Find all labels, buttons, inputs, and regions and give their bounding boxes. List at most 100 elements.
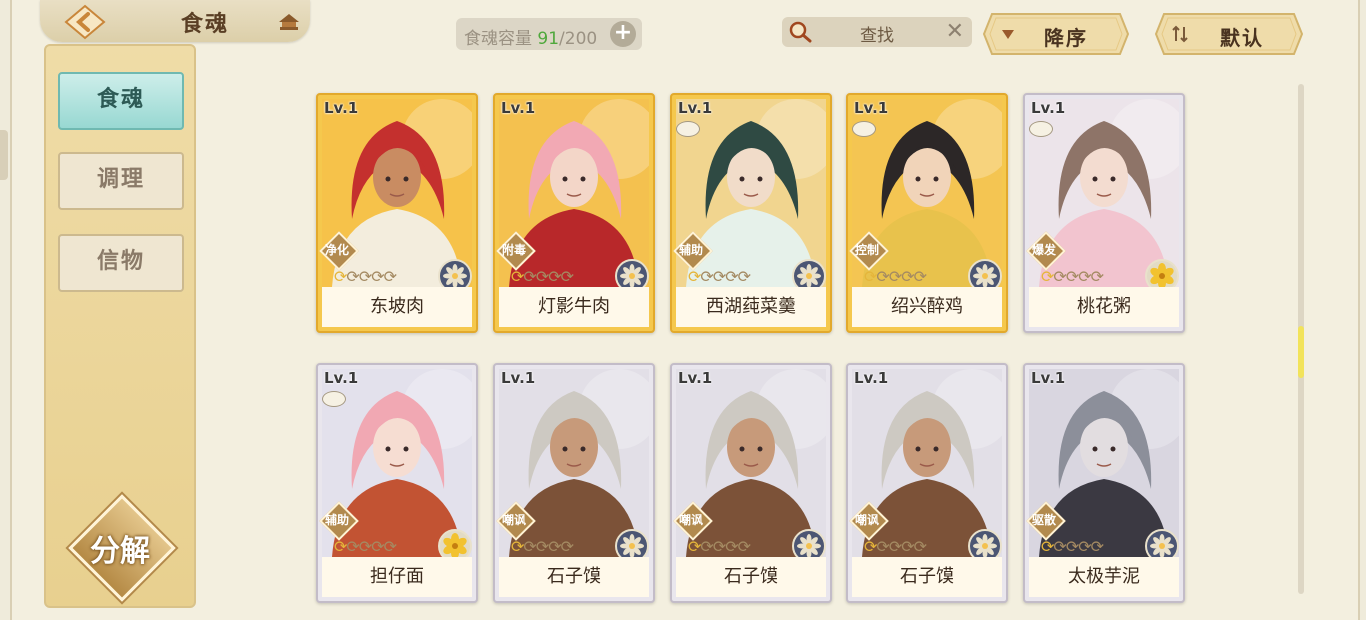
role-label: 附毒: [501, 243, 526, 257]
capacity-current: 91: [537, 29, 560, 49]
level-label: Lv.1: [678, 369, 713, 387]
level-label: Lv.1: [324, 369, 359, 387]
role-badge: 辅助: [319, 501, 359, 541]
search-field[interactable]: 查找 ✕: [782, 17, 972, 47]
character-name: 石子馍: [499, 557, 649, 597]
star-icon: ⟳: [383, 267, 397, 286]
star-icon: ⟳: [1041, 267, 1054, 286]
character-card[interactable]: Lv.1 嘲讽 ⟳⟳⟳⟳⟳ 石子馍: [846, 363, 1008, 603]
role-label: 净化: [324, 243, 349, 257]
star-icon: ⟳: [511, 267, 524, 286]
star-icon: ⟳: [700, 267, 713, 286]
role-label: 控制: [854, 243, 879, 257]
level-label: Lv.1: [678, 99, 713, 117]
sidebar-item-tiaoli[interactable]: 调理: [58, 152, 184, 210]
star-icon: ⟳: [864, 267, 877, 286]
star-icon: ⟳: [371, 537, 384, 556]
character-card[interactable]: Lv.1 爆发 ⟳⟳⟳⟳⟳ 桃花粥: [1023, 93, 1185, 333]
character-card[interactable]: Lv.1 辅助 ⟳⟳⟳⟳⟳ 担仔面: [316, 363, 478, 603]
level-label: Lv.1: [854, 99, 889, 117]
star-icon: ⟳: [358, 537, 372, 556]
capacity-display: 食魂容量 91/200 +: [456, 18, 642, 50]
character-name: 绍兴醉鸡: [852, 287, 1002, 327]
character-card[interactable]: Lv.1 嘲讽 ⟳⟳⟳⟳⟳ 石子馍: [670, 363, 832, 603]
level-label: Lv.1: [324, 99, 359, 117]
role-label: 嘲讽: [678, 513, 703, 527]
decompose-button[interactable]: 分解: [68, 494, 176, 602]
character-card[interactable]: Lv.1 控制 ⟳⟳⟳⟳⟳ 绍兴醉鸡: [846, 93, 1008, 333]
role-label: 辅助: [678, 243, 703, 257]
character-name: 东坡肉: [322, 287, 472, 327]
lock-badge-icon: [1029, 121, 1053, 137]
character-card[interactable]: Lv.1 嘲讽 ⟳⟳⟳⟳⟳ 石子馍: [493, 363, 655, 603]
role-badge: 净化: [319, 231, 359, 271]
star-rating: ⟳⟳⟳⟳⟳: [511, 537, 574, 556]
star-icon: ⟳: [1078, 267, 1091, 286]
star-icon: ⟳: [548, 537, 561, 556]
character-card[interactable]: Lv.1 净化 ⟳⟳⟳⟳⟳ 东坡肉: [316, 93, 478, 333]
star-icon: ⟳: [560, 537, 574, 556]
star-icon: ⟳: [346, 537, 359, 556]
level-label: Lv.1: [501, 369, 536, 387]
star-icon: ⟳: [358, 267, 372, 286]
star-rating: ⟳⟳⟳⟳⟳: [864, 537, 927, 556]
star-icon: ⟳: [712, 267, 726, 286]
sidebar-item-xinwu[interactable]: 信物: [58, 234, 184, 292]
sidebar: 食魂 调理 信物 分解: [44, 44, 196, 608]
clear-search-button[interactable]: ✕: [946, 19, 964, 44]
star-rating: ⟳⟳⟳⟳⟳: [334, 267, 397, 286]
star-icon: ⟳: [334, 267, 347, 286]
add-capacity-button[interactable]: +: [610, 21, 636, 47]
character-name: 石子馍: [852, 557, 1002, 597]
decompose-label: 分解: [90, 534, 150, 569]
sort-mode-button[interactable]: 默认: [1154, 12, 1304, 56]
character-card[interactable]: Lv.1 辅助 ⟳⟳⟳⟳⟳ 西湖莼菜羹: [670, 93, 832, 333]
star-icon: ⟳: [876, 267, 889, 286]
star-rating: ⟳⟳⟳⟳⟳: [1041, 267, 1104, 286]
role-badge: 嘲讽: [849, 501, 889, 541]
star-icon: ⟳: [1090, 537, 1104, 556]
star-icon: ⟳: [1078, 537, 1091, 556]
sidebar-item-shihun[interactable]: 食魂: [58, 72, 184, 130]
sort-order-button[interactable]: 降序: [982, 12, 1130, 56]
search-icon: [789, 21, 812, 43]
sort-mode-label: 默认: [1220, 26, 1264, 50]
capacity-label: 食魂容量: [464, 29, 532, 49]
star-icon: ⟳: [913, 267, 927, 286]
lock-badge-icon: [676, 121, 700, 137]
role-badge: 辅助: [673, 231, 713, 271]
scrollbar-thumb[interactable]: [1298, 326, 1304, 378]
star-icon: ⟳: [548, 267, 561, 286]
character-name: 太极芋泥: [1029, 557, 1179, 597]
star-icon: ⟳: [371, 267, 384, 286]
character-card[interactable]: Lv.1 驱散 ⟳⟳⟳⟳⟳ 太极芋泥: [1023, 363, 1185, 603]
role-badge: 嘲讽: [673, 501, 713, 541]
search-label: 查找: [860, 26, 894, 46]
edge-tab[interactable]: [0, 130, 8, 180]
star-icon: ⟳: [901, 537, 914, 556]
star-icon: ⟳: [1065, 267, 1079, 286]
star-icon: ⟳: [1065, 537, 1079, 556]
star-rating: ⟳⟳⟳⟳⟳: [864, 267, 927, 286]
character-name: 灯影牛肉: [499, 287, 649, 327]
character-name: 西湖莼菜羹: [676, 287, 826, 327]
star-icon: ⟳: [523, 537, 536, 556]
star-icon: ⟳: [688, 537, 701, 556]
star-icon: ⟳: [888, 537, 902, 556]
role-label: 嘲讽: [854, 513, 879, 527]
star-icon: ⟳: [864, 537, 877, 556]
sort-arrows-icon: [1172, 25, 1188, 43]
character-card[interactable]: Lv.1 附毒 ⟳⟳⟳⟳⟳ 灯影牛肉: [493, 93, 655, 333]
star-icon: ⟳: [888, 267, 902, 286]
star-rating: ⟳⟳⟳⟳⟳: [688, 267, 751, 286]
role-label: 嘲讽: [501, 513, 526, 527]
role-label: 辅助: [324, 513, 349, 527]
back-arrow-icon: [64, 4, 106, 40]
star-icon: ⟳: [535, 537, 549, 556]
star-icon: ⟳: [1053, 537, 1066, 556]
back-button[interactable]: [62, 4, 108, 40]
role-label: 爆发: [1031, 243, 1056, 257]
star-icon: ⟳: [725, 267, 738, 286]
page-title: 食魂: [180, 12, 229, 37]
star-icon: ⟳: [511, 537, 524, 556]
